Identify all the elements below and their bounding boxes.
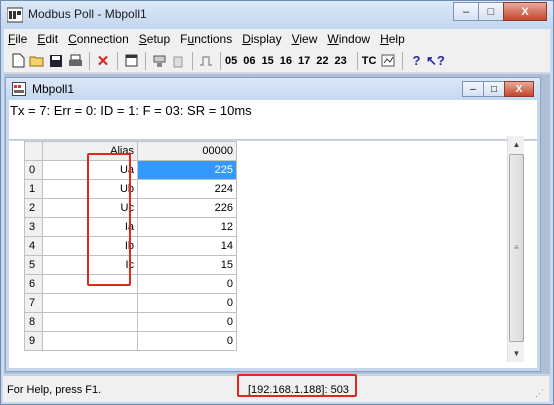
row-number: 5 xyxy=(24,255,43,275)
chart-icon[interactable] xyxy=(379,52,397,70)
title-bar[interactable]: Modbus Poll - Mbpoll1 – □ X xyxy=(1,1,553,29)
row-number: 4 xyxy=(24,236,43,256)
value-column-header[interactable]: 00000 xyxy=(137,141,237,161)
scroll-grip-icon: ≡ xyxy=(514,243,519,252)
vertical-scrollbar[interactable]: ▲ ≡ ▼ xyxy=(507,136,524,362)
menu-file[interactable]: File xyxy=(8,32,27,46)
menu-help[interactable]: Help xyxy=(380,32,405,46)
toolbar-separator xyxy=(89,51,90,70)
toolbar-separator xyxy=(145,51,146,70)
toolbar: ✕ 05 06 15 16 17 22 23 TC ? ↖? xyxy=(4,49,550,73)
modbus-app-icon xyxy=(7,7,23,23)
help-hint: For Help, press F1. xyxy=(7,384,102,396)
row-number: 3 xyxy=(24,217,43,237)
fc-05-button[interactable]: 05 xyxy=(225,55,237,67)
maximize-button[interactable]: □ xyxy=(478,2,504,21)
value-cell[interactable]: 0 xyxy=(137,293,237,313)
alias-highlight-box xyxy=(87,153,131,286)
fc-17-button[interactable]: 17 xyxy=(298,55,310,67)
close-icon: X xyxy=(515,83,523,95)
scroll-up-arrow-icon[interactable]: ▲ xyxy=(508,136,525,153)
fc-16-button[interactable]: 16 xyxy=(280,55,292,67)
value-cell[interactable]: 0 xyxy=(137,312,237,332)
close-icon: X xyxy=(521,5,529,18)
menu-edit[interactable]: Edit xyxy=(37,32,58,46)
fc-15-button[interactable]: 15 xyxy=(262,55,274,67)
maximize-icon: □ xyxy=(490,83,498,95)
row-number: 6 xyxy=(24,274,43,294)
menu-connection[interactable]: Connection xyxy=(68,32,129,46)
corner-header xyxy=(24,141,43,161)
help-question-icon[interactable]: ? xyxy=(407,52,425,70)
row-number: 7 xyxy=(24,293,43,313)
row-number: 0 xyxy=(24,160,43,180)
new-file-icon[interactable] xyxy=(9,52,27,70)
pulse-icon[interactable] xyxy=(197,52,215,70)
row-number: 1 xyxy=(24,179,43,199)
maximize-icon: □ xyxy=(487,5,495,18)
child-caption-buttons: – □ X xyxy=(462,81,534,97)
menu-display[interactable]: Display xyxy=(242,32,281,46)
disconnect-icon[interactable] xyxy=(169,52,187,70)
value-cell[interactable]: 14 xyxy=(137,236,237,256)
value-cell[interactable]: 226 xyxy=(137,198,237,218)
row-number: 9 xyxy=(24,331,43,351)
value-cell[interactable]: 12 xyxy=(137,217,237,237)
value-cell[interactable]: 224 xyxy=(137,179,237,199)
toolbar-separator xyxy=(356,51,358,70)
alias-cell[interactable] xyxy=(42,331,138,351)
connect-icon[interactable] xyxy=(150,52,168,70)
context-help-icon[interactable]: ↖? xyxy=(426,52,445,70)
mbpoll-child-window: Mbpoll1 – □ X Tx = 7: Err = 0: ID = 1: F… xyxy=(5,77,541,372)
row-number: 8 xyxy=(24,312,43,332)
close-button[interactable]: X xyxy=(503,2,547,21)
child-close-button[interactable]: X xyxy=(504,81,534,97)
poll-status-line: Tx = 7: Err = 0: ID = 1: F = 03: SR = 10… xyxy=(9,100,537,140)
table-row: 7 0 xyxy=(24,293,237,313)
window-title: Modbus Poll - Mbpoll1 xyxy=(28,7,147,21)
resize-grip-icon[interactable]: ⋰ xyxy=(535,388,547,400)
connection-highlight-box xyxy=(237,374,357,397)
window-caption-buttons: – □ X xyxy=(453,2,547,22)
fc-22-button[interactable]: 22 xyxy=(316,55,328,67)
row-number: 2 xyxy=(24,198,43,218)
fc-06-button[interactable]: 06 xyxy=(243,55,255,67)
minimize-icon: – xyxy=(470,83,476,95)
child-maximize-button[interactable]: □ xyxy=(483,81,505,97)
fc-23-button[interactable]: 23 xyxy=(335,55,347,67)
menu-window[interactable]: Window xyxy=(327,32,370,46)
value-cell[interactable]: 0 xyxy=(137,274,237,294)
toolbar-separator xyxy=(192,51,193,70)
table-row: 9 0 xyxy=(24,331,237,351)
table-row: 8 0 xyxy=(24,312,237,332)
child-title-bar[interactable]: Mbpoll1 – □ X xyxy=(6,78,540,100)
value-cell[interactable]: 15 xyxy=(137,255,237,275)
menu-functions[interactable]: Functions xyxy=(180,32,232,46)
menu-setup[interactable]: Setup xyxy=(139,32,170,46)
child-title: Mbpoll1 xyxy=(32,82,75,96)
print-icon[interactable] xyxy=(66,52,84,70)
child-minimize-button[interactable]: – xyxy=(462,81,484,97)
alias-cell[interactable] xyxy=(42,312,138,332)
save-icon[interactable] xyxy=(47,52,65,70)
minimize-button[interactable]: – xyxy=(453,2,479,21)
mbpoll-doc-icon xyxy=(12,82,26,96)
delete-icon[interactable]: ✕ xyxy=(94,52,112,70)
value-cell[interactable]: 0 xyxy=(137,331,237,351)
toolbar-separator xyxy=(117,51,118,70)
scroll-down-arrow-icon[interactable]: ▼ xyxy=(508,345,525,362)
open-folder-icon[interactable] xyxy=(28,52,46,70)
value-cell[interactable]: 225 xyxy=(137,160,237,180)
alias-cell[interactable] xyxy=(42,293,138,313)
menu-view[interactable]: View xyxy=(292,32,318,46)
toolbar-separator xyxy=(220,51,221,70)
tc-button[interactable]: TC xyxy=(362,55,377,67)
window-icon[interactable] xyxy=(122,52,140,70)
minimize-icon: – xyxy=(462,5,470,18)
scroll-thumb[interactable]: ≡ xyxy=(509,154,524,342)
toolbar-separator xyxy=(402,51,404,70)
menu-bar: File Edit Connection Setup Functions Dis… xyxy=(4,29,550,49)
